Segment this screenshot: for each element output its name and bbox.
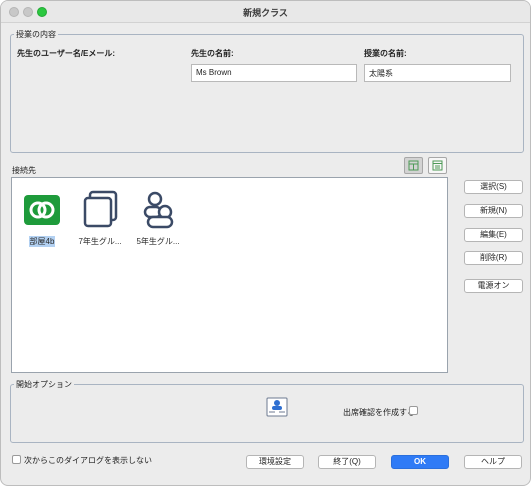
list-view-button[interactable] — [428, 157, 447, 174]
room-icon — [24, 195, 60, 225]
devices-icon — [83, 190, 118, 228]
dont-show-label: 次からこのダイアログを表示しない — [24, 456, 152, 465]
connection-label-group-5: 5年生グル... — [136, 237, 180, 246]
delete-button[interactable]: 削除(R) — [464, 251, 523, 265]
dont-show-checkbox[interactable] — [12, 455, 21, 464]
lesson-name-label: 授業の名前: — [364, 49, 407, 58]
connection-label-group-7: 7年生グル... — [78, 237, 122, 246]
connection-item-room[interactable]: 部屋4b — [12, 190, 72, 247]
power-on-button[interactable]: 電源オン — [464, 279, 523, 293]
lesson-name-field[interactable]: 太陽系 — [364, 64, 511, 82]
teacher-name-field[interactable]: Ms Brown — [191, 64, 357, 82]
finish-button[interactable]: 終了(Q) — [318, 455, 376, 469]
connection-label-room: 部屋4b — [28, 236, 56, 247]
help-button[interactable]: ヘルプ — [464, 455, 522, 469]
attendance-checkbox[interactable] — [409, 406, 418, 415]
new-button[interactable]: 新規(N) — [464, 204, 523, 218]
attendance-label: 出席確認を作成する — [343, 408, 415, 417]
connection-item-group-5[interactable]: 5年生グル... — [128, 190, 188, 247]
edit-button[interactable]: 編集(E) — [464, 228, 523, 242]
select-button[interactable]: 選択(S) — [464, 180, 523, 194]
new-class-dialog: 新規クラス 授業の内容 先生のユーザー名/Eメール: 先生の名前: 授業の名前:… — [0, 0, 531, 486]
large-icon-view-button[interactable] — [404, 157, 423, 174]
connections-label: 接続先 — [12, 166, 36, 175]
settings-button[interactable]: 環境設定 — [246, 455, 304, 469]
connection-item-group-7[interactable]: 7年生グル... — [70, 190, 130, 247]
connections-panel[interactable]: 部屋4b 7年生グル... 5年生グル... — [11, 177, 448, 373]
title-bar: 新規クラス — [1, 1, 530, 23]
teacher-user-label: 先生のユーザー名/Eメール: — [17, 49, 116, 58]
teacher-name-label: 先生の名前: — [191, 49, 234, 58]
attendance-register-icon — [266, 397, 288, 417]
list-view-icon — [432, 160, 443, 171]
lesson-content-legend: 授業の内容 — [16, 30, 56, 39]
ok-button[interactable]: OK — [391, 455, 449, 469]
start-options-legend: 開始オプション — [16, 380, 72, 389]
icon-view-icon — [408, 160, 419, 171]
students-icon — [143, 191, 174, 229]
window-title: 新規クラス — [243, 8, 288, 18]
